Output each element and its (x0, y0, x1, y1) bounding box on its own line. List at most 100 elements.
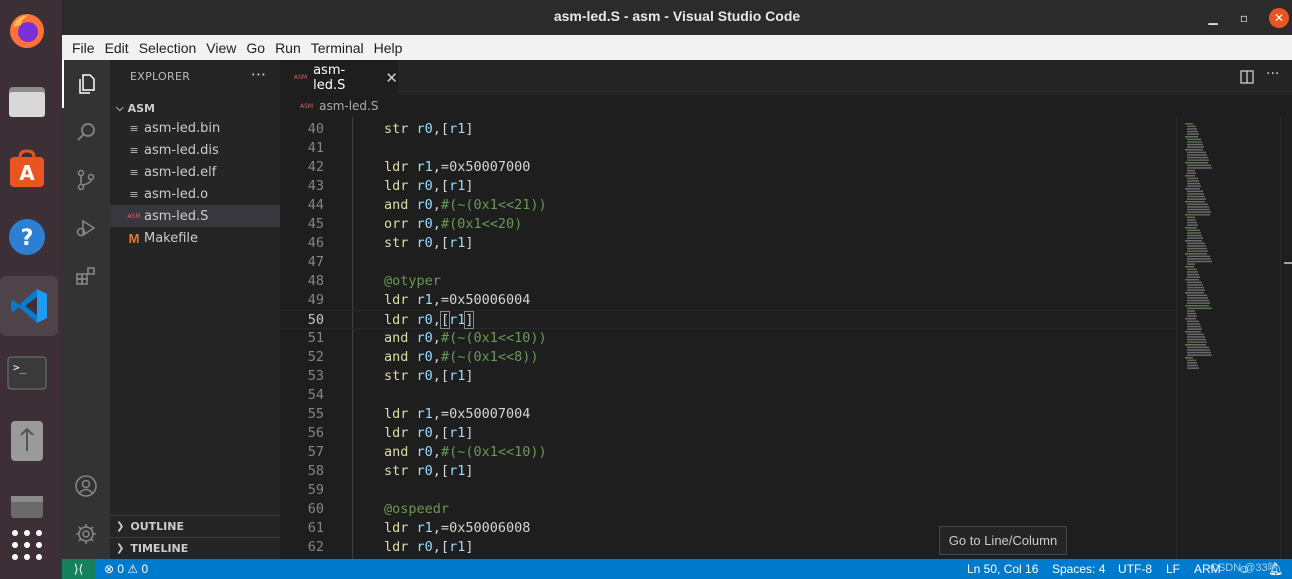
minimap-line (1187, 182, 1200, 185)
file-item-selected[interactable]: ASM asm-led.S (110, 205, 280, 227)
minimap-line (1185, 162, 1208, 164)
files-icon[interactable] (4, 78, 50, 124)
file-item[interactable]: ≡ asm-led.dis (110, 139, 280, 161)
minimap-line (1187, 224, 1198, 226)
minimap-line (1187, 258, 1211, 260)
minimap-line (1187, 328, 1202, 330)
code-line[interactable]: 49 ldr r1,=0x50006004 (280, 291, 1176, 310)
remote-indicator-icon[interactable]: ⟩⟨ (62, 559, 95, 579)
search-icon[interactable] (62, 108, 110, 156)
code-line[interactable]: 53 str r0,[r1] (280, 367, 1176, 386)
feedback-icon[interactable]: ☺ (1238, 562, 1250, 576)
menu-go[interactable]: Go (241, 40, 270, 56)
chevron-right-icon: ❯ (116, 521, 125, 532)
more-actions-icon[interactable]: ··· (251, 65, 266, 84)
minimize-icon[interactable]: ▁ (1203, 8, 1223, 28)
minimap-line (1187, 229, 1200, 232)
menu-run[interactable]: Run (270, 40, 306, 56)
menu-help[interactable]: Help (369, 40, 408, 56)
notifications-bell-icon[interactable]: 🔔︎ (1268, 562, 1283, 576)
file-item[interactable]: ≡ asm-led.bin (110, 117, 280, 139)
settings-gear-icon[interactable] (62, 510, 110, 558)
minimap-line (1185, 357, 1193, 359)
help-icon[interactable]: ? (4, 214, 50, 260)
line-number: 57 (307, 444, 324, 460)
line-number: 61 (307, 520, 324, 536)
code-line[interactable]: 55 ldr r1,=0x50007004 (280, 405, 1176, 424)
menu-edit[interactable]: Edit (100, 40, 134, 56)
minimap-line (1187, 141, 1202, 143)
close-window-icon[interactable]: ✕ (1269, 8, 1289, 28)
breadcrumb-file[interactable]: asm-led.S (319, 99, 378, 113)
menu-terminal[interactable]: Terminal (306, 40, 369, 56)
code-line[interactable]: 46 str r0,[r1] (280, 234, 1176, 253)
minimap-line (1185, 136, 1198, 138)
vertical-scrollbar[interactable] (1280, 117, 1292, 559)
file-item[interactable]: M Makefile (110, 227, 280, 249)
menu-selection[interactable]: Selection (134, 40, 202, 56)
minimap-line (1187, 247, 1207, 250)
code-line[interactable]: 56 ldr r0,[r1] (280, 424, 1176, 443)
code-line[interactable]: 47 (280, 253, 1176, 272)
explorer-icon[interactable] (62, 60, 110, 108)
terminal-icon[interactable]: >_ (4, 350, 50, 396)
account-icon[interactable] (62, 462, 110, 510)
minimap[interactable] (1176, 117, 1280, 559)
code-line[interactable]: 54 (280, 386, 1176, 405)
vscode-icon[interactable] (0, 276, 58, 336)
maximize-icon[interactable]: ▫ (1234, 8, 1254, 28)
code-line[interactable]: 51 and r0,#(~(0x1<<10)) (280, 329, 1176, 348)
code-editor[interactable]: 40 str r0,[r1] 41 42 ldr r1,=0x50007000 43 ldr… (280, 117, 1176, 559)
timeline-panel-header[interactable]: ❯ TIMELINE (110, 537, 280, 559)
code-line[interactable]: 40 str r0,[r1] (280, 120, 1176, 139)
source-control-icon[interactable] (62, 156, 110, 204)
menu-view[interactable]: View (201, 40, 241, 56)
software-center-icon[interactable]: A (4, 146, 50, 192)
show-apps-icon[interactable] (4, 522, 50, 568)
line-code: and r0,#(~(0x1<<8)) (384, 349, 539, 365)
minimap-line (1185, 149, 1203, 151)
split-editor-icon[interactable] (1239, 69, 1255, 89)
file-item[interactable]: ≡ asm-led.elf (110, 161, 280, 183)
explorer-sidebar: EXPLORER ··· ⌵ ASM ≡ asm-led.bin ≡ asm-l… (110, 60, 280, 559)
code-line[interactable]: 41 (280, 139, 1176, 158)
code-line[interactable]: 43 ldr r0,[r1] (280, 177, 1176, 196)
end-of-line[interactable]: LF (1166, 562, 1180, 576)
minimap-line (1187, 193, 1204, 195)
indentation[interactable]: Spaces: 4 (1052, 562, 1105, 576)
code-line[interactable]: 57 and r0,#(~(0x1<<10)) (280, 443, 1176, 462)
code-line[interactable]: 59 (280, 481, 1176, 500)
code-line[interactable]: 42 ldr r1,=0x50007000 (280, 158, 1176, 177)
outline-label: OUTLINE (130, 520, 184, 533)
line-number: 58 (307, 463, 324, 479)
file-item[interactable]: ≡ asm-led.o (110, 183, 280, 205)
close-tab-icon[interactable]: ✕ (385, 69, 398, 87)
folder-asm[interactable]: ⌵ ASM (110, 97, 280, 119)
run-debug-icon[interactable] (62, 204, 110, 252)
file-label: asm-led.S (144, 208, 209, 224)
code-line[interactable]: 50 ldr r0,[r1] (280, 310, 1176, 329)
code-line[interactable]: 48 @otyper (280, 272, 1176, 291)
problems-indicator[interactable]: ⊗ 0 ⚠ 0 (104, 562, 148, 576)
outline-panel-header[interactable]: ❯ OUTLINE (110, 515, 280, 537)
minimap-line (1187, 362, 1197, 364)
code-line[interactable]: 60 @ospeedr (280, 500, 1176, 519)
code-line[interactable]: 58 str r0,[r1] (280, 462, 1176, 481)
menu-file[interactable]: File (67, 40, 100, 56)
title-bar: asm-led.S - asm - Visual Studio Code ▁ ▫… (62, 0, 1292, 35)
usb-drive-icon[interactable] (4, 418, 50, 464)
minimap-line (1187, 302, 1210, 304)
code-line[interactable]: 44 and r0,#(~(0x1<<21)) (280, 196, 1176, 215)
extensions-icon[interactable] (62, 252, 110, 300)
ubuntu-dock: A ? >_ (0, 0, 62, 579)
cursor-position[interactable]: Ln 50, Col 16 (967, 562, 1038, 576)
minimap-line (1187, 234, 1202, 237)
code-line[interactable]: 45 orr r0,#(0x1<<20) (280, 215, 1176, 234)
minimap-line (1187, 294, 1207, 297)
encoding[interactable]: UTF-8 (1118, 562, 1152, 576)
code-line[interactable]: 52 and r0,#(~(0x1<<8)) (280, 348, 1176, 367)
editor-more-icon[interactable]: ··· (1266, 66, 1279, 82)
firefox-icon[interactable] (4, 8, 50, 54)
svg-text:A: A (19, 161, 35, 185)
tab-asm-led[interactable]: ASM asm-led.S ✕ (280, 60, 398, 95)
